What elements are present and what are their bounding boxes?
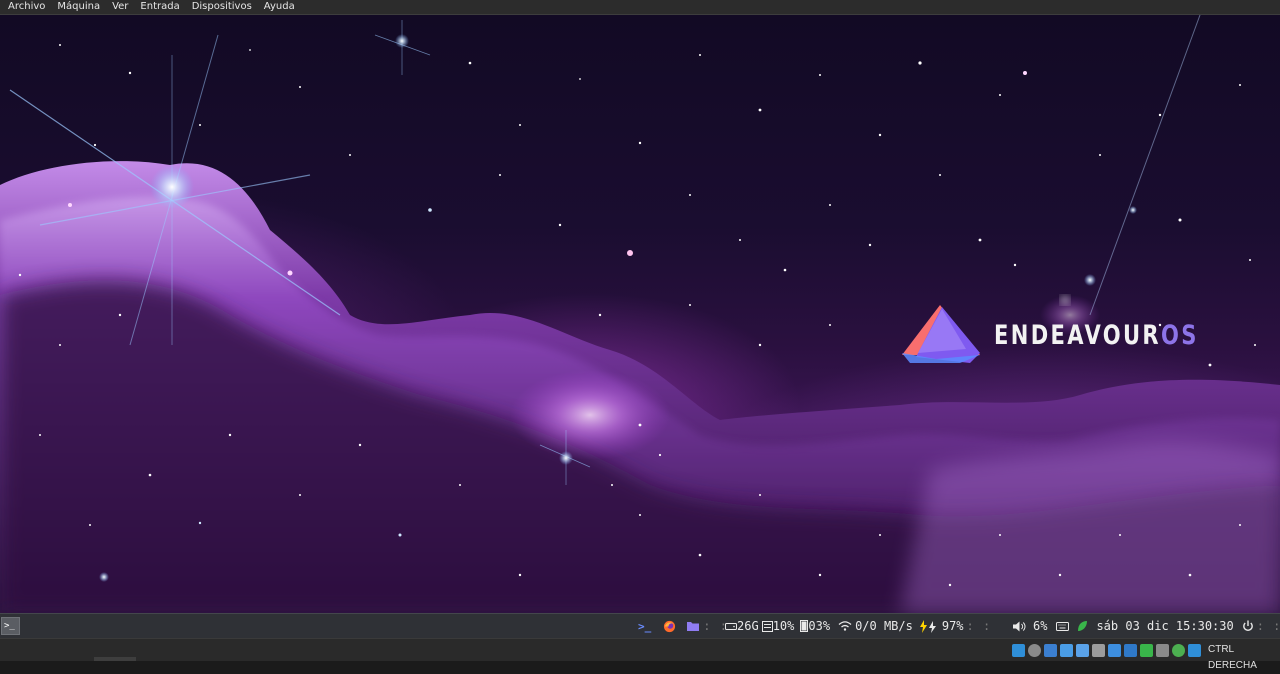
clock[interactable]: sáb 03 dic 15:30:30	[1096, 619, 1233, 633]
menu-maquina[interactable]: Máquina	[51, 0, 106, 14]
panel-separator: : :	[966, 619, 992, 633]
power-icon[interactable]	[1242, 620, 1254, 632]
launcher-tray: >_ : :	[638, 614, 731, 638]
vm-device-icons	[1012, 641, 1201, 659]
optical-disk-icon[interactable]	[1028, 643, 1041, 657]
memory-usage-value: 03%	[808, 619, 831, 633]
firefox-icon[interactable]	[663, 620, 676, 633]
bright-star-right	[1060, 15, 1201, 316]
hard-drive-icon	[725, 621, 737, 631]
panel-separator: : :	[1256, 619, 1280, 633]
nebula-glow-right	[900, 440, 1280, 613]
terminal-button-label: >_	[4, 621, 15, 631]
battery-charging-icon	[919, 619, 942, 633]
bottom-panel: >_ >_ : : 26G 10% 03% 0/0 MB/s 97% : : 6…	[0, 613, 1280, 638]
speaker-icon[interactable]	[1013, 621, 1026, 632]
network-speed-value: 0/0 MB/s	[855, 619, 913, 633]
capture-icon[interactable]	[1124, 643, 1137, 657]
bright-star-bottom	[99, 572, 109, 582]
menu-entrada[interactable]: Entrada	[134, 0, 185, 14]
cpu-usage-value: 10%	[772, 619, 795, 633]
network-icon[interactable]	[1060, 643, 1073, 657]
hard-disk-icon[interactable]	[1012, 643, 1025, 657]
desktop-wallpaper[interactable]: ENDEAVOUROS	[0, 15, 1280, 613]
leaf-icon[interactable]	[1077, 620, 1088, 632]
endeavouros-logo-icon	[902, 305, 980, 363]
disk-usage-value: 26G	[737, 619, 759, 633]
wifi-icon	[838, 621, 852, 631]
bright-star-top	[374, 20, 431, 75]
menu-ver[interactable]: Ver	[106, 0, 134, 14]
vm-statusbar: CTRL DERECHA	[0, 638, 1280, 671]
cpu-activity-icon[interactable]	[1172, 643, 1185, 657]
usb-icon[interactable]	[1076, 643, 1089, 657]
host-key-icon[interactable]	[1156, 643, 1169, 657]
volume-level-value[interactable]: 6%	[1033, 619, 1047, 633]
battery-level-value: 97%	[941, 619, 964, 633]
status-tray: 6% sáb 03 dic 15:30:30 : :	[1013, 614, 1280, 638]
endeavouros-wordmark: ENDEAVOUROS	[994, 320, 1199, 351]
menu-archivo[interactable]: Archivo	[0, 0, 51, 14]
cpu-icon	[761, 620, 773, 632]
vm-menubar: Archivo Máquina Ver Entrada Dispositivos…	[0, 0, 1280, 15]
shared-folder-icon[interactable]	[1092, 643, 1105, 657]
menu-dispositivos[interactable]: Dispositivos	[186, 0, 258, 14]
keyboard-icon[interactable]	[1056, 621, 1070, 631]
mouse-integration-icon[interactable]	[1140, 643, 1153, 657]
terminal-launcher-button[interactable]: >_	[1, 617, 20, 635]
statusbar-tab	[94, 657, 136, 661]
endeavouros-logo: ENDEAVOUROS	[896, 303, 1256, 367]
terminal-icon[interactable]: >_	[638, 620, 651, 633]
memory-icon	[800, 620, 809, 632]
download-icon[interactable]	[1188, 643, 1201, 657]
menu-ayuda[interactable]: Ayuda	[258, 0, 301, 14]
nebula-bright-core	[510, 370, 670, 460]
display-icon[interactable]	[1108, 643, 1121, 657]
host-key-label: CTRL DERECHA	[1208, 644, 1257, 671]
audio-icon[interactable]	[1044, 643, 1057, 657]
system-monitors: 26G 10% 03% 0/0 MB/s 97% : :	[725, 614, 994, 638]
folder-icon[interactable]	[686, 620, 700, 632]
logo-name-main: ENDEAVOUR	[994, 319, 1161, 351]
logo-name-os: OS	[1160, 319, 1199, 351]
